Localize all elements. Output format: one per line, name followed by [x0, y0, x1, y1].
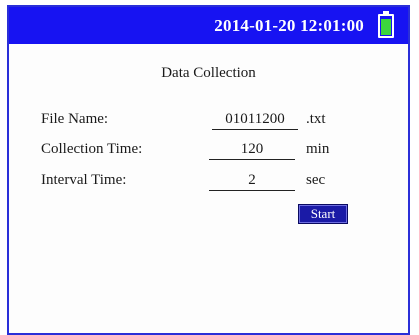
file-name-label: File Name: — [41, 111, 109, 127]
status-bar: 2014-01-20 12:01:00 — [9, 7, 408, 44]
battery-icon — [378, 11, 394, 38]
collection-time-unit: min — [306, 141, 330, 157]
collection-time-row: Collection Time: 120 min — [41, 141, 401, 163]
file-name-field[interactable]: 01011200 — [212, 111, 298, 130]
interval-time-field[interactable]: 2 — [209, 172, 295, 191]
datetime-display: 2014-01-20 12:01:00 — [214, 16, 364, 35]
battery-level-fill — [381, 19, 391, 35]
device-screen: 2014-01-20 12:01:00 Data Collection File… — [7, 5, 410, 335]
file-name-unit: .txt — [306, 111, 326, 127]
interval-time-row: Interval Time: 2 sec — [41, 172, 401, 194]
interval-time-unit: sec — [306, 172, 326, 188]
collection-time-field[interactable]: 120 — [209, 141, 295, 160]
file-name-row: File Name: 01011200 .txt — [41, 111, 401, 133]
collection-time-label: Collection Time: — [41, 141, 143, 157]
interval-time-label: Interval Time: — [41, 172, 127, 188]
page-title: Data Collection — [161, 65, 256, 81]
start-button[interactable]: Start — [298, 204, 348, 224]
